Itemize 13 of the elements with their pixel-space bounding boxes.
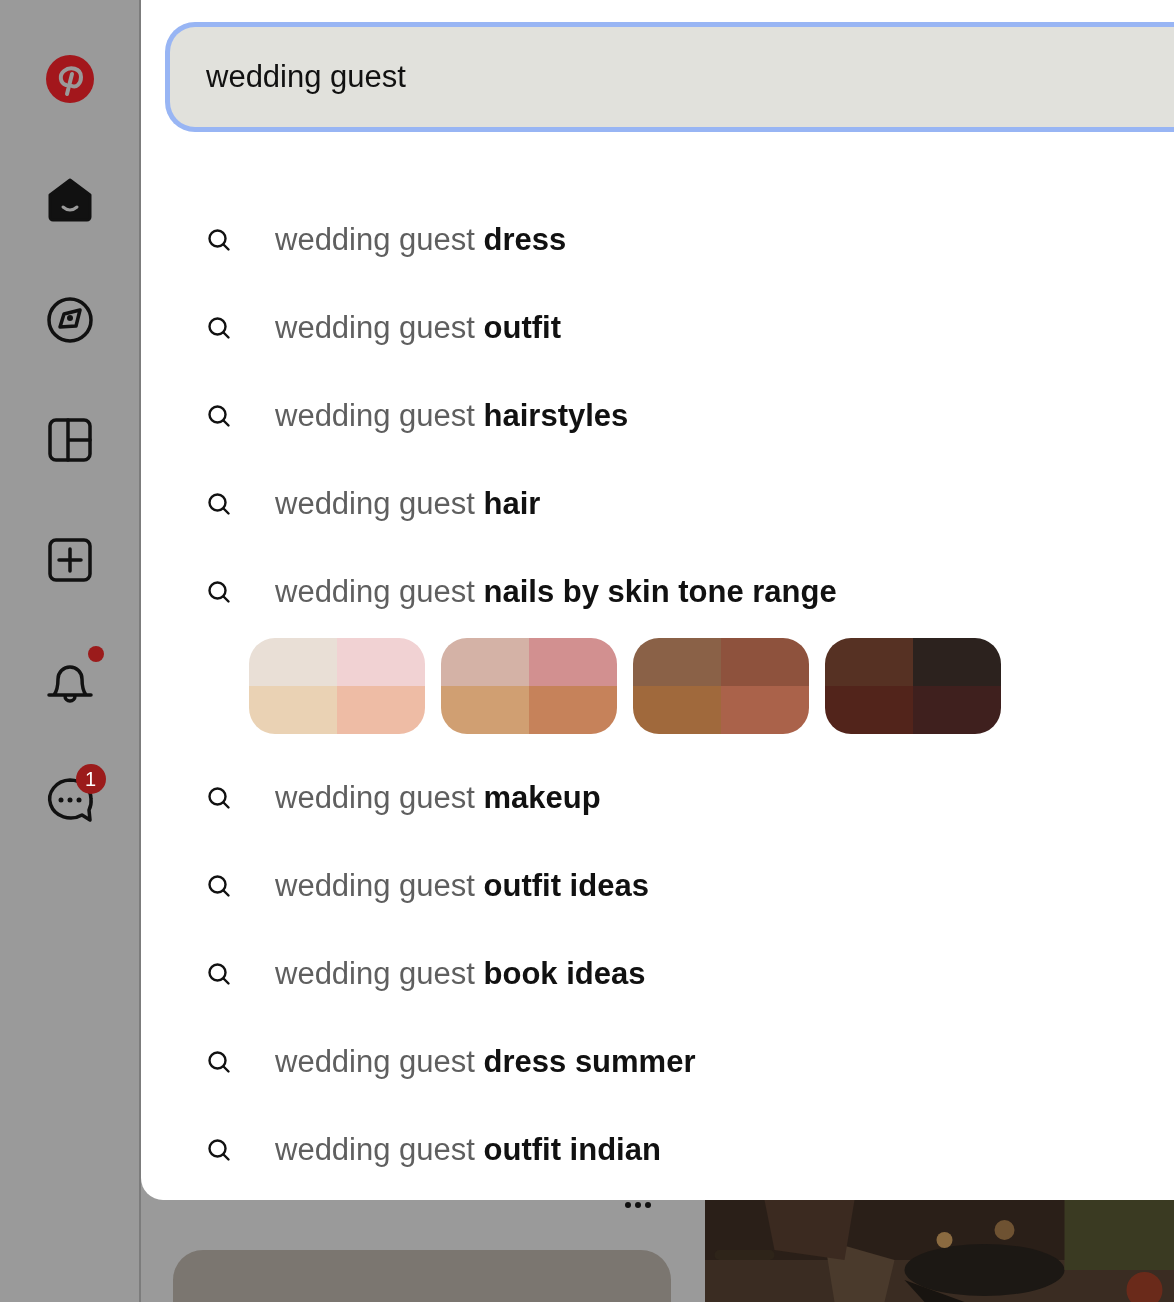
search-suggestion[interactable]: wedding guest hairstyles xyxy=(207,372,1174,460)
search-suggestion[interactable]: wedding guest makeup xyxy=(207,754,1174,842)
search-suggestion[interactable]: wedding guest dress xyxy=(207,196,1174,284)
search-suggestion[interactable]: wedding guest outfit ideas xyxy=(207,842,1174,930)
search-suggestion[interactable]: wedding guest outfit indian xyxy=(207,1106,1174,1194)
count-badge: 1 xyxy=(75,764,106,794)
search-field[interactable]: wedding guest xyxy=(165,22,1174,132)
search-suggestion[interactable]: wedding guest dress summer xyxy=(207,1018,1174,1106)
search-suggestion[interactable]: wedding guest nails by skin tone range xyxy=(207,548,1174,636)
search-suggestion[interactable]: wedding guest hair xyxy=(207,460,1174,548)
search-suggestion[interactable]: wedding guest book ideas xyxy=(207,930,1174,1018)
search-suggestion[interactable]: wedding guest outfit xyxy=(207,284,1174,372)
messages-nav-button[interactable]: 1 xyxy=(33,764,106,836)
